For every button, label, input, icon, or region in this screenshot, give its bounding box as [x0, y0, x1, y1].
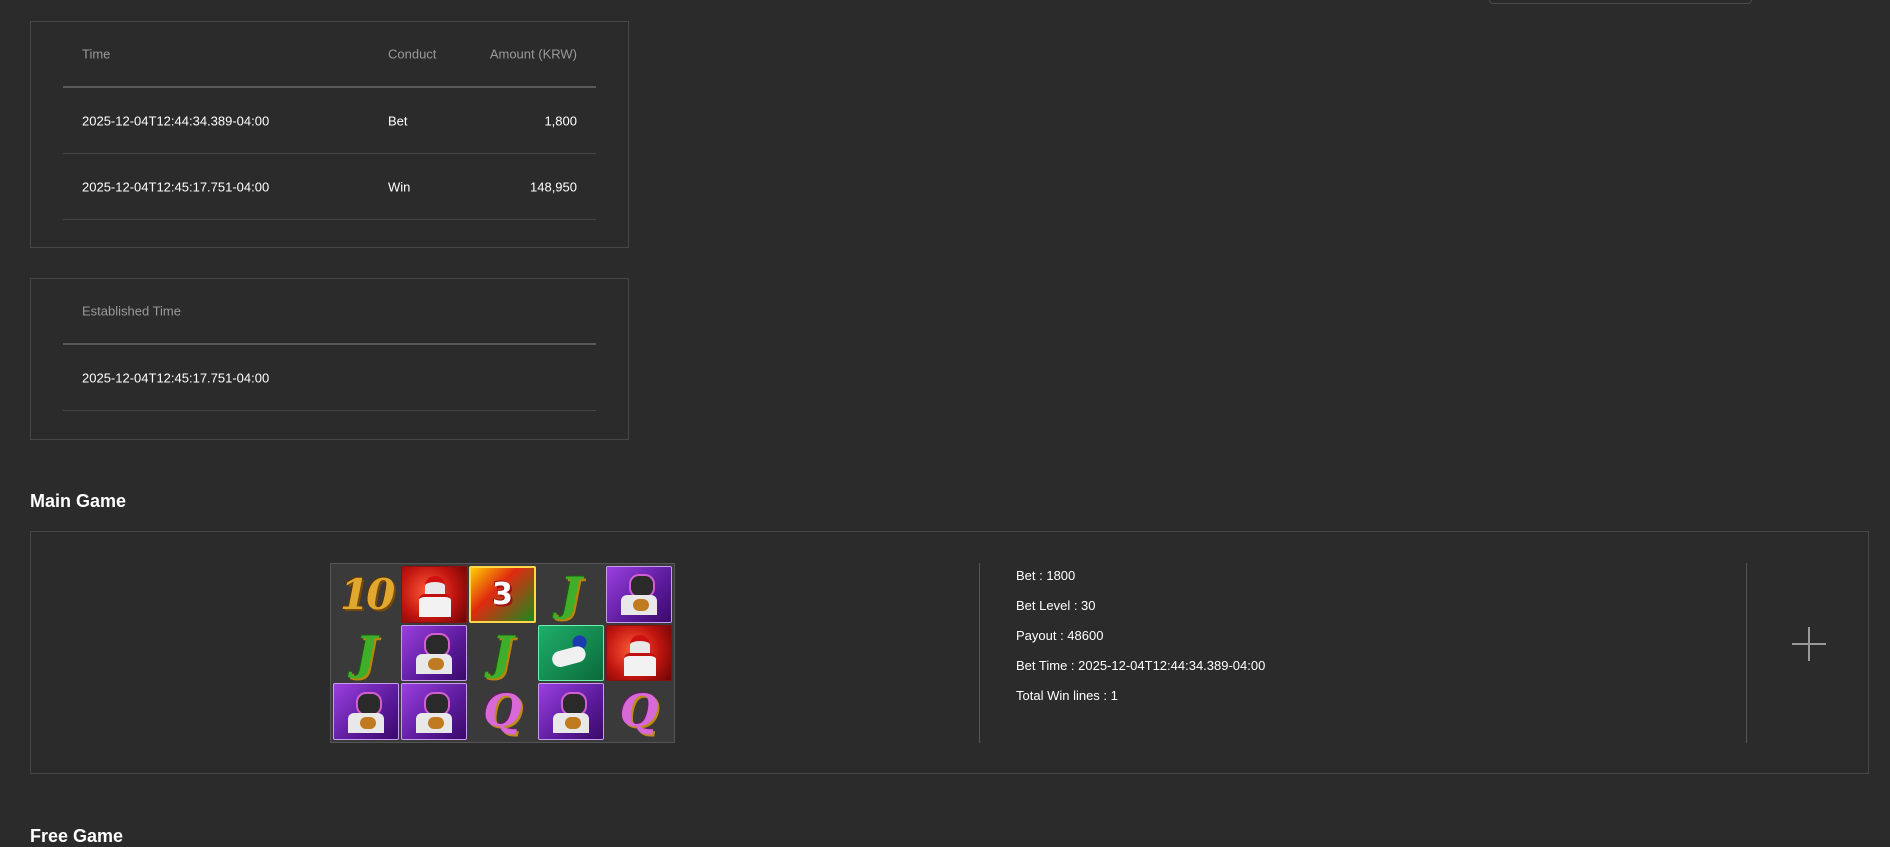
symbol-purple-catcher-icon	[537, 683, 604, 740]
row-time: 2025-12-04T12:45:17.751-04:00	[82, 179, 270, 194]
symbol-label: J	[491, 625, 514, 680]
symbol-ten: 10	[333, 566, 399, 623]
symbol-label: J	[559, 567, 582, 622]
symbol-scatter-icon: 3	[469, 566, 536, 623]
total-win-lines-info: Total Win lines : 1	[1016, 688, 1118, 703]
header-time: Time	[82, 46, 111, 62]
payout-info: Payout : 48600	[1016, 628, 1104, 643]
table-header: Established Time	[63, 279, 596, 345]
row-conduct: Win	[388, 179, 411, 194]
plus-icon[interactable]	[1792, 627, 1826, 661]
symbol-purple-catcher-icon	[605, 566, 672, 623]
row-amount: 1,800	[544, 113, 577, 128]
header-amount: Amount (KRW)	[489, 46, 577, 62]
bet-level-info: Bet Level : 30	[1016, 598, 1096, 613]
bet-info: Bet : 1800	[1016, 568, 1076, 583]
symbol-j: J	[538, 566, 604, 623]
symbol-red-batter-icon	[605, 624, 672, 682]
round-info: Bet : 1800 Bet Level : 30 Payout : 48600…	[1016, 568, 1265, 718]
table-row: 2025-12-04T12:44:34.389-04:00 Bet 1,800	[63, 88, 596, 154]
slot-reels: 10 3 J J J Q Q	[330, 563, 675, 743]
row-time: 2025-12-04T12:44:34.389-04:00	[82, 113, 270, 128]
established-time-value: 2025-12-04T12:45:17.751-04:00	[82, 370, 270, 385]
header-conduct: Conduct	[388, 46, 437, 62]
main-game-panel: 10 3 J J J Q Q Bet : 1800 Bet Level : 30…	[30, 531, 1869, 774]
dropdown-edge	[1489, 0, 1752, 4]
symbol-purple-catcher-icon	[401, 624, 468, 682]
table-header: Time Conduct Amount (KRW)	[63, 22, 596, 88]
symbol-j: J	[333, 625, 399, 682]
transactions-table: Time Conduct Amount (KRW) 2025-12-04T12:…	[63, 22, 596, 220]
table-row: 2025-12-04T12:45:17.751-04:00	[63, 345, 596, 411]
established-table: Established Time 2025-12-04T12:45:17.751…	[63, 279, 596, 411]
row-amount: 148,950	[530, 179, 577, 194]
table-row: 2025-12-04T12:45:17.751-04:00 Win 148,95…	[63, 154, 596, 220]
symbol-label: Q	[619, 686, 659, 738]
symbol-j: J	[469, 625, 535, 682]
symbol-label: J	[355, 625, 377, 680]
main-game-title: Main Game	[30, 491, 127, 511]
row-conduct: Bet	[388, 113, 408, 128]
established-panel: Established Time 2025-12-04T12:45:17.751…	[30, 278, 629, 440]
symbol-purple-catcher-icon	[401, 683, 468, 740]
symbol-label: 10	[339, 569, 395, 619]
symbol-red-batter-icon	[401, 566, 468, 623]
symbol-label: Q	[483, 686, 522, 738]
divider	[1746, 563, 1747, 743]
symbol-green-pitcher-icon	[537, 624, 604, 682]
transactions-panel: Time Conduct Amount (KRW) 2025-12-04T12:…	[30, 21, 629, 248]
bet-time-info: Bet Time : 2025-12-04T12:44:34.389-04:00	[1016, 658, 1266, 673]
symbol-q: Q	[469, 683, 535, 740]
header-established-time: Established Time	[82, 303, 181, 319]
symbol-purple-catcher-icon	[333, 683, 400, 740]
symbol-q: Q	[606, 683, 672, 740]
divider	[979, 563, 980, 743]
